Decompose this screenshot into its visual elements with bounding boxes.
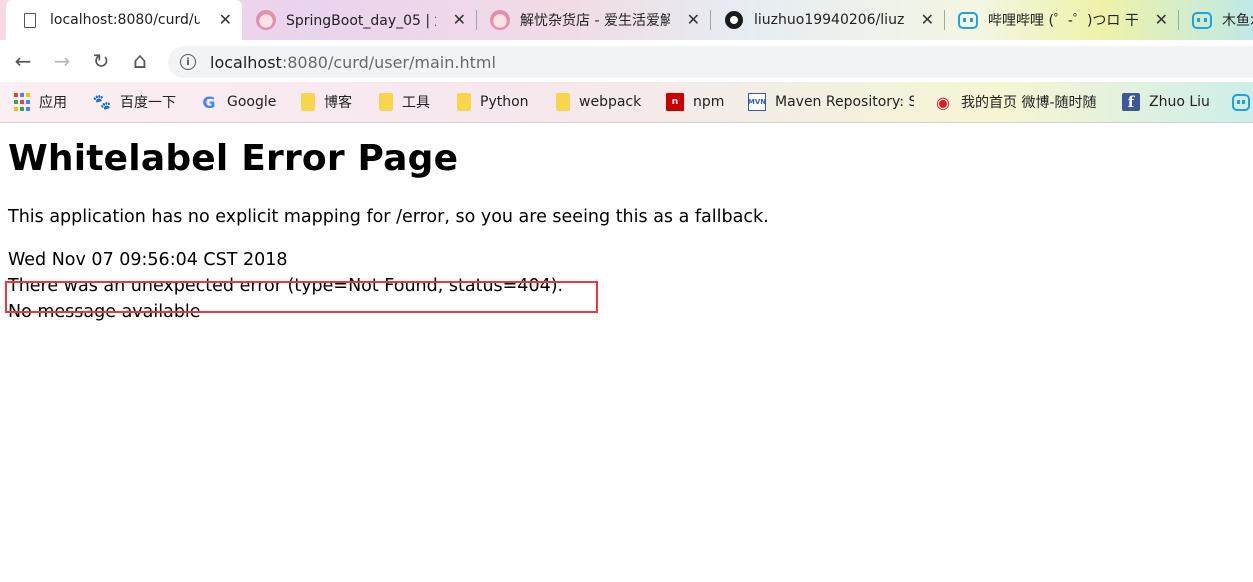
error-description: This application has no explicit mapping… — [8, 207, 769, 227]
highlight-annotation-box — [5, 281, 598, 313]
bookmark-label: 博客 — [324, 95, 352, 111]
bookmark-facebook[interactable]: f Zhuo Liu — [1122, 91, 1210, 113]
tab-strip: localhost:8080/curd/u ✕ SpringBoot_day_0… — [0, 0, 1253, 40]
apps-grid-icon — [14, 93, 30, 111]
page-title: Whitelabel Error Page — [8, 138, 459, 179]
tab-springboot[interactable]: SpringBoot_day_05 | 解 ✕ — [242, 0, 476, 40]
bilibili-icon — [1232, 93, 1250, 111]
bilibili-icon — [1192, 10, 1212, 30]
tab-title: localhost:8080/curd/u — [50, 12, 200, 28]
maven-icon: MVN — [748, 93, 766, 111]
bookmark-weibo[interactable]: ◉ 我的首页 微博-随时随 — [934, 91, 1106, 113]
home-icon[interactable]: ⌂ — [128, 49, 152, 74]
bookmark-folder-webpack[interactable]: webpack — [556, 91, 641, 113]
document-icon — [20, 10, 40, 30]
error-timestamp: Wed Nov 07 09:56:04 CST 2018 — [8, 250, 288, 270]
close-tab-icon[interactable]: ✕ — [219, 10, 232, 30]
baidu-paw-icon: 🐾 — [92, 93, 112, 111]
bookmark-label: 我的首页 微博-随时随 — [961, 95, 1097, 111]
bookmark-label: 应用 — [39, 95, 67, 111]
bookmark-label: Python — [480, 94, 529, 110]
tab-title: liuzhuo19940206/liuz — [754, 12, 904, 28]
bookmark-folder-python[interactable]: Python — [457, 91, 529, 113]
reload-icon[interactable]: ↻ — [89, 49, 113, 73]
anime-avatar-icon — [256, 10, 276, 30]
info-icon[interactable]: i — [180, 54, 196, 70]
bookmark-label: Maven Repository: S — [775, 94, 914, 110]
bookmark-label: 百度一下 — [120, 95, 176, 111]
npm-icon: n — [666, 93, 684, 111]
bookmark-google[interactable]: G Google — [200, 91, 276, 113]
close-tab-icon[interactable]: ✕ — [1155, 10, 1168, 30]
tab-title: 解忧杂货店 - 爱生活爱解 — [520, 13, 670, 29]
address-bar[interactable]: i localhost:8080/curd/user/main.html — [168, 46, 1253, 78]
bookmark-label: Google — [227, 94, 277, 110]
folder-icon — [556, 93, 570, 111]
bookmarks-bar: 应用 🐾 百度一下 G Google 博客 工具 Python webpack … — [0, 82, 1253, 123]
bookmark-label: Zhuo Liu — [1149, 94, 1210, 110]
anime-avatar-icon — [490, 10, 510, 30]
facebook-icon: f — [1122, 93, 1140, 111]
close-tab-icon[interactable]: ✕ — [921, 10, 934, 30]
github-icon — [724, 10, 744, 30]
folder-icon — [301, 93, 315, 111]
tab-bilibili[interactable]: 哔哩哔哩 (゜-゜)つロ 干 ✕ — [944, 0, 1178, 40]
bookmark-npm[interactable]: n npm — [666, 91, 724, 113]
bookmark-folder-blog[interactable]: 博客 — [301, 91, 352, 113]
google-icon: G — [202, 92, 216, 112]
bookmark-maven[interactable]: MVN Maven Repository: S — [748, 91, 914, 113]
bilibili-icon — [958, 10, 978, 30]
tab-localhost[interactable]: localhost:8080/curd/u ✕ — [6, 0, 242, 40]
tab-title: 哔哩哔哩 (゜-゜)つロ 干 — [988, 13, 1138, 29]
close-tab-icon[interactable]: ✕ — [687, 10, 700, 30]
weibo-icon: ◉ — [936, 92, 950, 112]
bookmark-label: webpack — [579, 94, 642, 110]
close-tab-icon[interactable]: ✕ — [453, 10, 466, 30]
tab-github[interactable]: liuzhuo19940206/liuz ✕ — [710, 0, 944, 40]
folder-icon — [379, 93, 393, 111]
tab-muyu[interactable]: 木鱼水 — [1178, 0, 1253, 40]
url-path: :8080/curd/user/main.html — [281, 52, 496, 72]
bookmark-folder-tools[interactable]: 工具 — [379, 91, 430, 113]
bookmark-label: 工具 — [402, 95, 430, 111]
folder-icon — [457, 93, 471, 111]
back-arrow-icon[interactable]: ← — [11, 49, 35, 73]
bookmark-baidu[interactable]: 🐾 百度一下 — [93, 91, 176, 113]
tab-title: SpringBoot_day_05 | 解 — [286, 13, 436, 29]
bookmark-label: npm — [693, 94, 725, 110]
forward-arrow-icon[interactable]: → — [50, 49, 74, 73]
bookmark-apps[interactable]: 应用 — [14, 91, 67, 113]
url-text[interactable]: localhost:8080/curd/user/main.html — [210, 53, 496, 72]
tab-title: 木鱼水 — [1222, 13, 1253, 29]
tab-jieyou[interactable]: 解忧杂货店 - 爱生活爱解 ✕ — [476, 0, 710, 40]
browser-toolbar: ← → ↻ ⌂ i localhost:8080/curd/user/main.… — [0, 40, 1253, 82]
bookmark-bilibili[interactable] — [1232, 91, 1253, 113]
url-host: localhost — [210, 52, 282, 72]
